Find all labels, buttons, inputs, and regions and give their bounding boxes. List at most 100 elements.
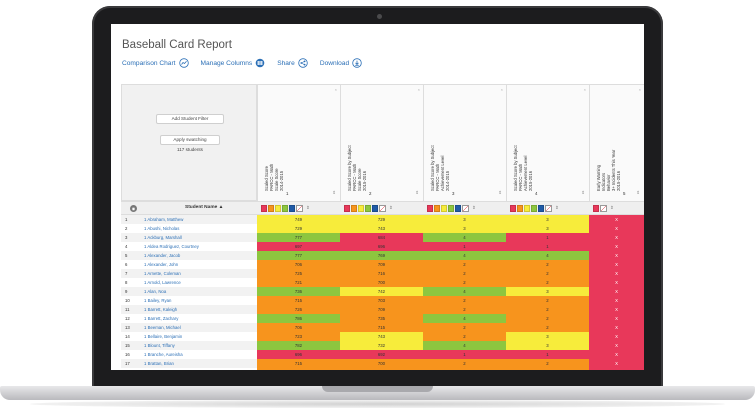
toolbar: Comparison Chart Manage Columns Share Do… bbox=[122, 58, 374, 68]
color-swatch-orange[interactable] bbox=[268, 205, 274, 212]
row-number: 10 bbox=[125, 298, 130, 303]
sort-icon[interactable]: ⇕ bbox=[581, 190, 585, 196]
color-swatch-yellow[interactable] bbox=[524, 205, 530, 212]
clear-filter-icon[interactable] bbox=[379, 205, 386, 212]
score-cell: 2 bbox=[423, 296, 506, 305]
score-cell: 696 bbox=[257, 350, 340, 359]
color-swatch-blue[interactable] bbox=[538, 205, 544, 212]
student-name-link[interactable]: 1 Aldea Rodriguez, Courtney bbox=[144, 244, 199, 249]
download-button[interactable]: Download bbox=[320, 58, 362, 68]
clear-filter-icon[interactable] bbox=[462, 205, 469, 212]
sort-icon[interactable]: ⇕ bbox=[636, 190, 640, 196]
remove-column-icon[interactable]: × bbox=[584, 87, 586, 92]
student-name-header[interactable]: Student Name ▲ bbox=[185, 205, 223, 210]
color-swatch-green[interactable] bbox=[448, 205, 454, 212]
manage-columns-label: Manage Columns bbox=[200, 59, 253, 67]
student-name-link[interactable]: 1 Alan, Noa bbox=[144, 289, 166, 294]
sort-icon[interactable]: ⇕ bbox=[306, 205, 310, 212]
column-number: 5 bbox=[623, 191, 626, 196]
color-swatch-blue[interactable] bbox=[289, 205, 295, 212]
color-swatch-blue[interactable] bbox=[455, 205, 461, 212]
student-name-link[interactable]: 1 Bailey, Ryan bbox=[144, 298, 171, 303]
color-swatch-yellow[interactable] bbox=[275, 205, 281, 212]
color-swatch-red[interactable] bbox=[344, 205, 350, 212]
color-swatch-red[interactable] bbox=[427, 205, 433, 212]
remove-column-icon[interactable]: × bbox=[501, 87, 503, 92]
student-name-link[interactable]: 1 Barrett, Kaleigh bbox=[144, 307, 177, 312]
column-header-3[interactable]: × Scaled Score by Subject PARCC - Math Achi… bbox=[423, 84, 506, 201]
score-cell: X bbox=[589, 269, 644, 278]
color-filter-row: ◉ Student Name ▲ ⇕ ⇕ ⇕ ⇕ ⇕ bbox=[121, 201, 644, 215]
student-name-link[interactable]: 1 Arnold, Lawrence bbox=[144, 280, 181, 285]
remove-column-icon[interactable]: × bbox=[639, 87, 641, 92]
clear-filter-icon[interactable] bbox=[600, 205, 607, 212]
score-cell: 4 bbox=[423, 287, 506, 296]
score-cell: 710 bbox=[340, 368, 423, 370]
student-name-link[interactable]: 1 Alexander, Jacob bbox=[144, 253, 180, 258]
manage-columns-button[interactable]: Manage Columns bbox=[201, 58, 266, 68]
remove-column-icon[interactable]: × bbox=[418, 87, 420, 92]
color-swatch-orange[interactable] bbox=[351, 205, 357, 212]
share-button[interactable]: Share bbox=[277, 58, 308, 68]
score-cell: X bbox=[589, 368, 644, 370]
remove-column-icon[interactable]: × bbox=[335, 87, 337, 92]
sort-icon[interactable]: ⇕ bbox=[555, 205, 559, 212]
student-name-link[interactable]: 1 Blount, Tiffany bbox=[144, 343, 175, 348]
color-swatch-orange[interactable] bbox=[517, 205, 523, 212]
color-swatch-blue[interactable] bbox=[372, 205, 378, 212]
table-row: 3 1 Ackburg, Marshall 777 684 4 1 X bbox=[121, 233, 644, 242]
table-row: 11 Abraham, Matthew 749 729 3 3 X bbox=[121, 215, 644, 224]
score-cell: 777 bbox=[257, 233, 340, 242]
color-swatch-red[interactable] bbox=[510, 205, 516, 212]
sort-icon[interactable]: ⇕ bbox=[610, 205, 614, 212]
color-swatch-yellow[interactable] bbox=[358, 205, 364, 212]
score-cell: 1 bbox=[506, 242, 589, 251]
student-name-link[interactable]: 1 Barrett, Zachary bbox=[144, 316, 178, 321]
sort-icon[interactable]: ⇕ bbox=[498, 190, 502, 196]
column-header-4[interactable]: × Scaled Score by Subject PARCC - Math Achi… bbox=[506, 84, 589, 201]
screen: Baseball Card Report Comparison Chart Ma… bbox=[111, 24, 644, 370]
sort-icon[interactable]: ⇕ bbox=[472, 205, 476, 212]
score-cell: 1 bbox=[423, 242, 506, 251]
score-cell: 2 bbox=[423, 332, 506, 341]
score-cell: 684 bbox=[340, 233, 423, 242]
column-header-2[interactable]: × Scaled Score by Subject PARCC - Math Scal… bbox=[340, 84, 423, 201]
student-name-link[interactable]: 1 Ackburg, Marshall bbox=[144, 235, 182, 240]
color-swatch-green[interactable] bbox=[365, 205, 371, 212]
student-name-link[interactable]: 1 Alexander, John bbox=[144, 262, 178, 267]
row-label: 6 1 Alexander, John bbox=[121, 260, 257, 269]
score-cell: X bbox=[589, 242, 644, 251]
clear-filter-icon[interactable] bbox=[545, 205, 552, 212]
color-swatch-orange[interactable] bbox=[434, 205, 440, 212]
column-header-1[interactable]: × Scaled Score PARCC - Math Scale Score 2014… bbox=[257, 84, 340, 201]
table-row: 181 Brixiero, Isaiah72571022X bbox=[121, 368, 644, 370]
visibility-icon[interactable]: ◉ bbox=[130, 205, 137, 212]
student-name-link[interactable]: 1 Arnette, Coleman bbox=[144, 271, 181, 276]
student-name-link[interactable]: 1 Abushi, Nicholas bbox=[144, 226, 179, 231]
clear-filter-icon[interactable] bbox=[296, 205, 303, 212]
comparison-chart-button[interactable]: Comparison Chart bbox=[122, 58, 189, 68]
color-swatch-green[interactable] bbox=[531, 205, 537, 212]
line-chart-icon bbox=[178, 58, 189, 68]
column-header-5[interactable]: × Early Warning Indicators Behavior 3+ Incid… bbox=[589, 84, 644, 201]
sort-icon[interactable]: ⇕ bbox=[389, 205, 393, 212]
apply-swatching-button[interactable]: Apply swatching bbox=[160, 135, 220, 145]
student-name-link[interactable]: 1 Brattan, Brian bbox=[144, 361, 174, 366]
add-student-filter-button[interactable]: Add Student Filter bbox=[156, 114, 224, 124]
sort-icon[interactable]: ⇕ bbox=[415, 190, 419, 196]
student-name-link[interactable]: 1 Beeman, Michael bbox=[144, 325, 181, 330]
score-cell: 709 bbox=[340, 260, 423, 269]
shadow bbox=[30, 400, 725, 408]
row-label: 7 1 Arnette, Coleman bbox=[121, 269, 257, 278]
color-swatch-yellow[interactable] bbox=[441, 205, 447, 212]
sort-icon[interactable]: ⇕ bbox=[332, 190, 336, 196]
score-cell: 4 bbox=[423, 251, 506, 260]
student-name-link[interactable]: 1 Bellaire, Benjamin bbox=[144, 334, 182, 339]
score-cell: X bbox=[589, 359, 644, 368]
color-swatch-red[interactable] bbox=[593, 205, 599, 212]
student-name-link[interactable]: 1 Abraham, Matthew bbox=[144, 217, 183, 222]
row-number: 13 bbox=[125, 325, 130, 330]
color-swatch-red[interactable] bbox=[261, 205, 267, 212]
student-name-link[interactable]: 1 Branche, Aureisha bbox=[144, 352, 183, 357]
color-swatch-green[interactable] bbox=[282, 205, 288, 212]
